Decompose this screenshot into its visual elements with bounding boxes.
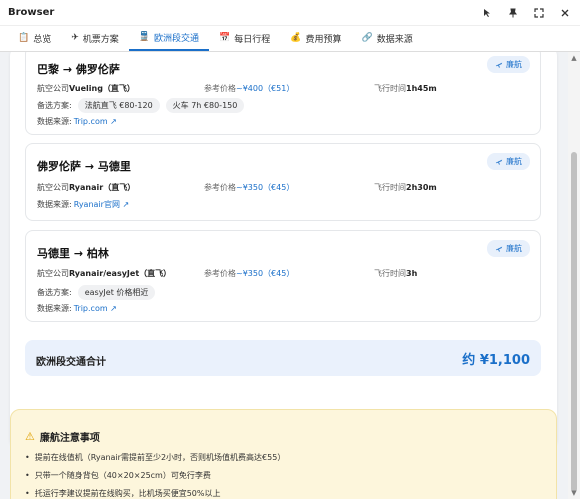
price-value: ~¥350（€45）	[236, 183, 295, 192]
tab-data-sources[interactable]: 🔗 数据来源	[352, 25, 423, 51]
price-row: 参考价格~¥350（€45）	[204, 183, 295, 192]
airline-value: Ryanair（直飞）	[69, 183, 136, 192]
alternatives-row: 备选方案: easyJet 价格相近	[37, 285, 156, 300]
source-link[interactable]: Trip.com ↗	[74, 117, 117, 126]
plane-icon: ✈	[71, 33, 79, 43]
tab-label: 数据来源	[376, 34, 413, 45]
budget-airline-badge: 廉航	[487, 56, 530, 73]
route-name: 巴黎 → 佛罗伦萨	[37, 63, 120, 76]
budget-airline-notes: ⚠ 廉航注意事项 提前在线值机（Ryanair需提前至少2小时，否则机场值机费高…	[10, 409, 557, 499]
total-summary: 欧洲段交通合计 约 ¥1,100	[25, 340, 541, 376]
list-item: 托运行李建议提前在线购买，比机场买便宜50%以上	[25, 488, 285, 499]
notes-title: 廉航注意事项	[39, 433, 100, 444]
tab-label: 总览	[33, 34, 52, 45]
alternative-chip: 火车 7h €80-150	[165, 98, 245, 113]
flight-time-row: 飞行时间2h30m	[374, 183, 437, 192]
list-item: 只带一个随身背包（40×20×25cm）可免行李费	[25, 470, 285, 481]
route-name: 马德里 → 柏林	[37, 247, 109, 260]
money-bag-icon: 💰	[290, 33, 302, 43]
flight-time-value: 1h45m	[406, 84, 437, 93]
source-row: 数据来源: Trip.com ↗	[37, 304, 117, 313]
notes-heading: ⚠ 廉航注意事项	[25, 429, 100, 444]
airline-value: Vueling（直飞）	[69, 84, 135, 93]
scroll-down-arrow-icon[interactable]: ▼	[570, 489, 578, 497]
tab-overview[interactable]: 📋 总览	[8, 25, 61, 51]
price-row: 参考价格~¥350（€45）	[204, 269, 295, 278]
alternative-chip: 法航直飞 €80-120	[77, 98, 160, 113]
clipboard-icon: 📋	[18, 33, 30, 43]
close-icon[interactable]	[558, 6, 572, 20]
source-link[interactable]: Ryanair官网 ↗	[74, 199, 130, 210]
airline-value: Ryanair/easyJet（直飞）	[69, 269, 172, 278]
pin-icon[interactable]	[506, 6, 520, 20]
tab-label: 每日行程	[234, 34, 271, 45]
source-row: 数据来源: Ryanair官网 ↗	[37, 199, 130, 210]
airline-row: 航空公司 Ryanair/easyJet（直飞）	[37, 269, 172, 278]
main-content[interactable]: 巴黎 → 佛罗伦萨 廉航 航空公司 Vueling（直飞） 参考价格~¥400（€…	[0, 52, 568, 499]
cursor-icon[interactable]	[480, 6, 494, 20]
plane-icon	[495, 159, 503, 165]
flight-time-value: 2h30m	[406, 183, 437, 192]
scrollbar-thumb[interactable]	[571, 152, 577, 492]
flight-time-row: 飞行时间3h	[374, 269, 418, 278]
total-amount: 约 ¥1,100	[462, 353, 530, 368]
expand-icon[interactable]	[532, 6, 546, 20]
price-row: 参考价格~¥400（€51）	[204, 84, 295, 93]
tab-label: 机票方案	[82, 34, 119, 45]
calendar-icon: 📅	[219, 33, 231, 43]
price-value: ~¥400（€51）	[236, 84, 295, 93]
link-icon: 🔗	[361, 33, 373, 43]
route-name: 佛罗伦萨 → 马德里	[37, 160, 131, 173]
window-titlebar: Browser	[0, 0, 580, 26]
transport-panel: 巴黎 → 佛罗伦萨 廉航 航空公司 Vueling（直飞） 参考价格~¥400（€…	[10, 52, 557, 448]
tab-bar: 📋 总览 ✈ 机票方案 🚆 欧洲段交通 📅 每日行程 💰 费用预算 🔗 数据来源	[0, 26, 580, 52]
warning-icon: ⚠	[25, 430, 35, 443]
plane-icon	[495, 62, 503, 68]
vertical-scrollbar[interactable]: ▲ ▼	[568, 52, 580, 499]
alternatives-row: 备选方案: 法航直飞 €80-120 火车 7h €80-150	[37, 98, 245, 113]
route-card: 佛罗伦萨 → 马德里 廉航 航空公司 Ryanair（直飞） 参考价格~¥350（…	[25, 143, 541, 221]
budget-airline-badge: 廉航	[487, 240, 530, 257]
tab-flights[interactable]: ✈ 机票方案	[61, 25, 129, 51]
source-link[interactable]: Trip.com ↗	[74, 304, 117, 313]
scroll-up-arrow-icon[interactable]: ▲	[570, 54, 578, 62]
total-label: 欧洲段交通合计	[36, 357, 106, 368]
tab-budget[interactable]: 💰 费用预算	[280, 25, 351, 51]
route-card: 马德里 → 柏林 廉航 航空公司 Ryanair/easyJet（直飞） 参考价格…	[25, 230, 541, 322]
notes-list: 提前在线值机（Ryanair需提前至少2小时，否则机场值机费高达€55） 只带一…	[25, 452, 286, 499]
tab-label: 欧洲段交通	[154, 33, 200, 44]
tab-daily-itinerary[interactable]: 📅 每日行程	[209, 25, 280, 51]
alternative-chip: easyJet 价格相近	[77, 285, 156, 300]
source-row: 数据来源: Trip.com ↗	[37, 117, 117, 126]
train-icon: 🚆	[138, 32, 151, 42]
list-item: 提前在线值机（Ryanair需提前至少2小时，否则机场值机费高达€55）	[25, 452, 286, 463]
airline-row: 航空公司 Ryanair（直飞）	[37, 183, 136, 192]
budget-airline-badge: 廉航	[487, 153, 530, 170]
flight-time-value: 3h	[406, 269, 418, 278]
route-card: 巴黎 → 佛罗伦萨 廉航 航空公司 Vueling（直飞） 参考价格~¥400（€…	[25, 52, 541, 135]
tab-label: 费用预算	[305, 34, 342, 45]
tab-europe-transport[interactable]: 🚆 欧洲段交通	[128, 25, 210, 51]
window-title: Browser	[8, 7, 55, 18]
flight-time-row: 飞行时间1h45m	[374, 84, 437, 93]
plane-icon	[495, 246, 503, 252]
price-value: ~¥350（€45）	[236, 269, 295, 278]
airline-row: 航空公司 Vueling（直飞）	[37, 84, 135, 93]
